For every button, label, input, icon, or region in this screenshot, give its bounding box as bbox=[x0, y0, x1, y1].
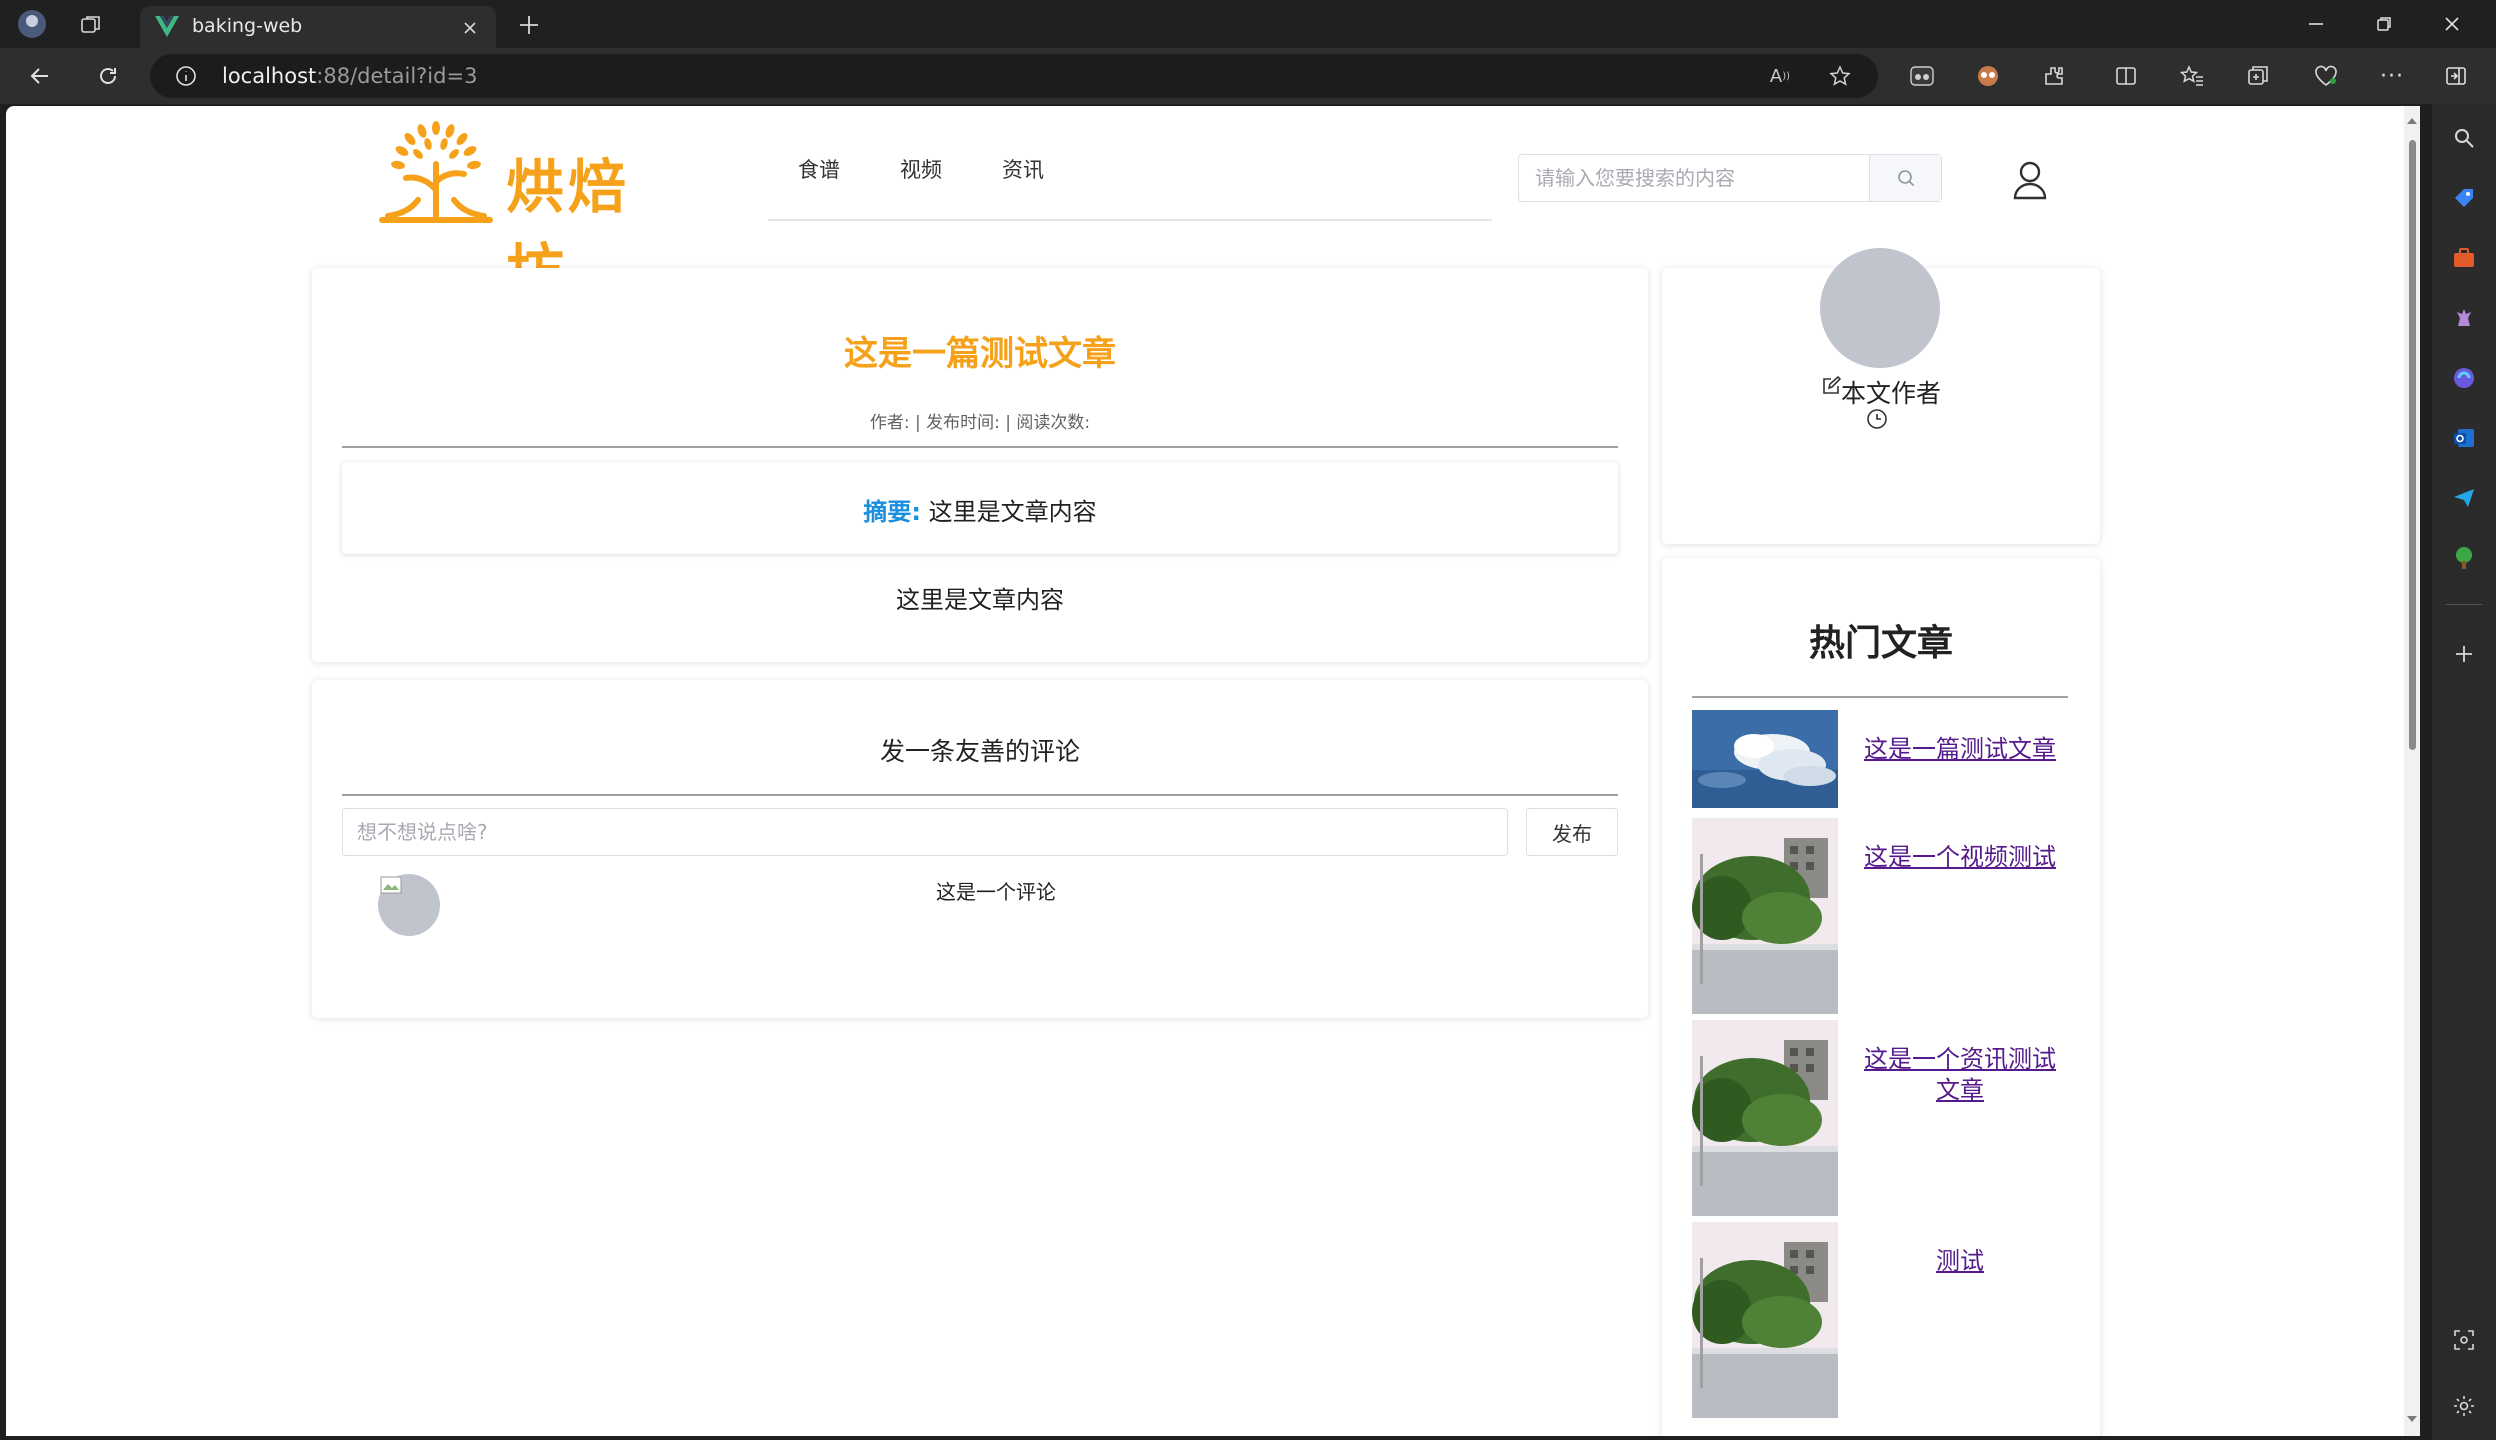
author-label-text: 本文作者 bbox=[1840, 379, 1941, 408]
more-menu-icon[interactable]: ··· bbox=[2376, 60, 2408, 92]
hot-article-link[interactable]: 测试 bbox=[1862, 1246, 2058, 1277]
article-title: 这是一篇测试文章 bbox=[844, 334, 1116, 374]
extension-1-icon[interactable] bbox=[1906, 60, 1938, 92]
hot-article-item: 这是一个视频测试 bbox=[1692, 818, 2068, 1014]
article-body: 这里是文章内容 bbox=[896, 586, 1064, 614]
add-sidebar-app-icon[interactable] bbox=[2448, 638, 2480, 670]
search-input[interactable] bbox=[1519, 155, 1869, 201]
summary-text: 这里是文章内容 bbox=[920, 498, 1097, 526]
hot-articles-divider bbox=[1692, 696, 2068, 698]
games-icon[interactable] bbox=[2448, 302, 2480, 334]
browser-sidebar bbox=[2432, 104, 2496, 1440]
article-divider bbox=[342, 446, 1618, 448]
hot-article-item: 这是一个资讯测试文章 bbox=[1692, 1020, 2068, 1216]
comment-divider bbox=[342, 794, 1618, 796]
minimize-icon[interactable] bbox=[2300, 8, 2332, 40]
author-avatar bbox=[1820, 248, 1940, 368]
building-trees-thumbnail[interactable] bbox=[1692, 1020, 1838, 1216]
address-bar[interactable]: localhost:88/detail?id=3 A)) bbox=[150, 54, 1878, 98]
outlook-icon[interactable] bbox=[2448, 422, 2480, 454]
address-toolbar: localhost:88/detail?id=3 A)) ··· bbox=[0, 48, 2496, 104]
extensions-icon[interactable] bbox=[2038, 60, 2070, 92]
read-aloud-icon[interactable]: A)) bbox=[1766, 62, 1794, 90]
hot-article-link[interactable]: 这是一个视频测试 bbox=[1862, 842, 2058, 873]
search-icon bbox=[1897, 170, 1914, 187]
url-host: localhost bbox=[222, 64, 317, 88]
building-trees-thumbnail[interactable] bbox=[1692, 818, 1838, 1014]
url-text[interactable]: localhost:88/detail?id=3 bbox=[222, 64, 477, 88]
comment-avatar bbox=[378, 874, 440, 936]
nav-videos[interactable]: 视频 bbox=[900, 154, 942, 184]
url-path: :88/detail?id=3 bbox=[316, 64, 478, 88]
user-icon[interactable] bbox=[2012, 160, 2048, 200]
hot-article-link[interactable]: 这是一篇测试文章 bbox=[1862, 734, 2058, 765]
summary-label: 摘要: bbox=[863, 498, 921, 526]
hot-articles-card: 热门文章 这是一篇测试文章 这是一个视频测试 这是一个资讯测试文章 测试 bbox=[1662, 558, 2100, 1436]
comment-heading: 发一条友善的评论 bbox=[879, 737, 1080, 766]
article-card: 这是一篇测试文章 作者: | 发布时间: | 阅读次数: 摘要: 这里是文章内容… bbox=[312, 268, 1648, 662]
hot-article-item: 测试 bbox=[1692, 1222, 2068, 1418]
site-logo[interactable]: 烘焙坊 bbox=[378, 116, 688, 305]
post-comment-button[interactable]: 发布 bbox=[1526, 808, 1618, 856]
article-meta: 作者: | 发布时间: | 阅读次数: bbox=[869, 413, 1091, 433]
refresh-icon[interactable] bbox=[92, 60, 124, 92]
extension-2-icon[interactable] bbox=[1972, 60, 2004, 92]
hot-article-item: 这是一篇测试文章 bbox=[1692, 710, 2068, 810]
tree-logo-icon bbox=[379, 121, 493, 223]
search-button[interactable] bbox=[1869, 155, 1941, 201]
favorites-icon[interactable] bbox=[2176, 60, 2208, 92]
page-viewport: 烘焙坊 食谱 视频 资讯 这是一篇测试文章 作者: | 发布时间: | 阅读次数… bbox=[6, 106, 2420, 1436]
browser-essentials-icon[interactable] bbox=[2310, 60, 2342, 92]
settings-gear-icon[interactable] bbox=[2448, 1390, 2480, 1422]
site-info-icon[interactable] bbox=[172, 62, 200, 90]
vue-logo-icon bbox=[154, 15, 180, 39]
comment-input[interactable] bbox=[342, 808, 1508, 856]
scrollbar-thumb[interactable] bbox=[2409, 140, 2416, 750]
sky-clouds-thumbnail[interactable] bbox=[1692, 710, 1838, 808]
back-icon[interactable] bbox=[24, 60, 56, 92]
comment-card: 发一条友善的评论 发布 这是一个评论 bbox=[312, 680, 1648, 1018]
author-label: 本文作者 bbox=[1662, 374, 2100, 410]
nav-news[interactable]: 资讯 bbox=[1002, 154, 1044, 184]
sidebar-toggle-icon[interactable] bbox=[2440, 60, 2472, 92]
send-icon[interactable] bbox=[2448, 482, 2480, 514]
split-screen-icon[interactable] bbox=[2110, 60, 2142, 92]
scroll-up-icon[interactable] bbox=[2404, 114, 2420, 128]
edit-icon bbox=[1823, 375, 1842, 394]
browser-tab-active[interactable]: baking-web bbox=[140, 6, 496, 48]
scroll-down-icon[interactable] bbox=[2404, 1412, 2420, 1426]
sidebar-search-icon[interactable] bbox=[2448, 122, 2480, 154]
profile-avatar-icon[interactable] bbox=[16, 8, 48, 40]
shopping-tag-icon[interactable] bbox=[2448, 182, 2480, 214]
search-box bbox=[1518, 154, 1942, 202]
restore-icon[interactable] bbox=[2368, 8, 2400, 40]
new-tab-icon[interactable] bbox=[514, 10, 544, 40]
building-trees-thumbnail[interactable] bbox=[1692, 1222, 1838, 1418]
sidebar-divider bbox=[2446, 604, 2482, 605]
screenshot-icon[interactable] bbox=[2448, 1324, 2480, 1356]
nav-underline bbox=[768, 219, 1492, 221]
close-window-icon[interactable] bbox=[2436, 8, 2468, 40]
browser-tab-strip: baking-web bbox=[0, 0, 2496, 48]
article-summary: 摘要: 这里是文章内容 bbox=[342, 462, 1618, 554]
tree-icon[interactable] bbox=[2448, 542, 2480, 574]
page-scrollbar[interactable] bbox=[2404, 106, 2420, 1436]
clock-icon bbox=[1866, 408, 1888, 430]
hot-article-link[interactable]: 这是一个资讯测试文章 bbox=[1862, 1044, 2058, 1106]
tools-briefcase-icon[interactable] bbox=[2448, 242, 2480, 274]
tab-title: baking-web bbox=[192, 15, 303, 37]
author-card: 本文作者 bbox=[1662, 248, 2100, 544]
copilot-icon[interactable] bbox=[2448, 362, 2480, 394]
comment-text: 这是一个评论 bbox=[936, 880, 1056, 904]
hot-articles-title: 热门文章 bbox=[1808, 623, 1953, 664]
collections-icon[interactable] bbox=[2242, 60, 2274, 92]
workspaces-icon[interactable] bbox=[76, 10, 106, 40]
broken-image-icon bbox=[380, 876, 402, 894]
favorite-star-icon[interactable] bbox=[1826, 62, 1854, 90]
close-tab-icon[interactable] bbox=[458, 16, 482, 40]
nav-recipes[interactable]: 食谱 bbox=[798, 154, 840, 184]
